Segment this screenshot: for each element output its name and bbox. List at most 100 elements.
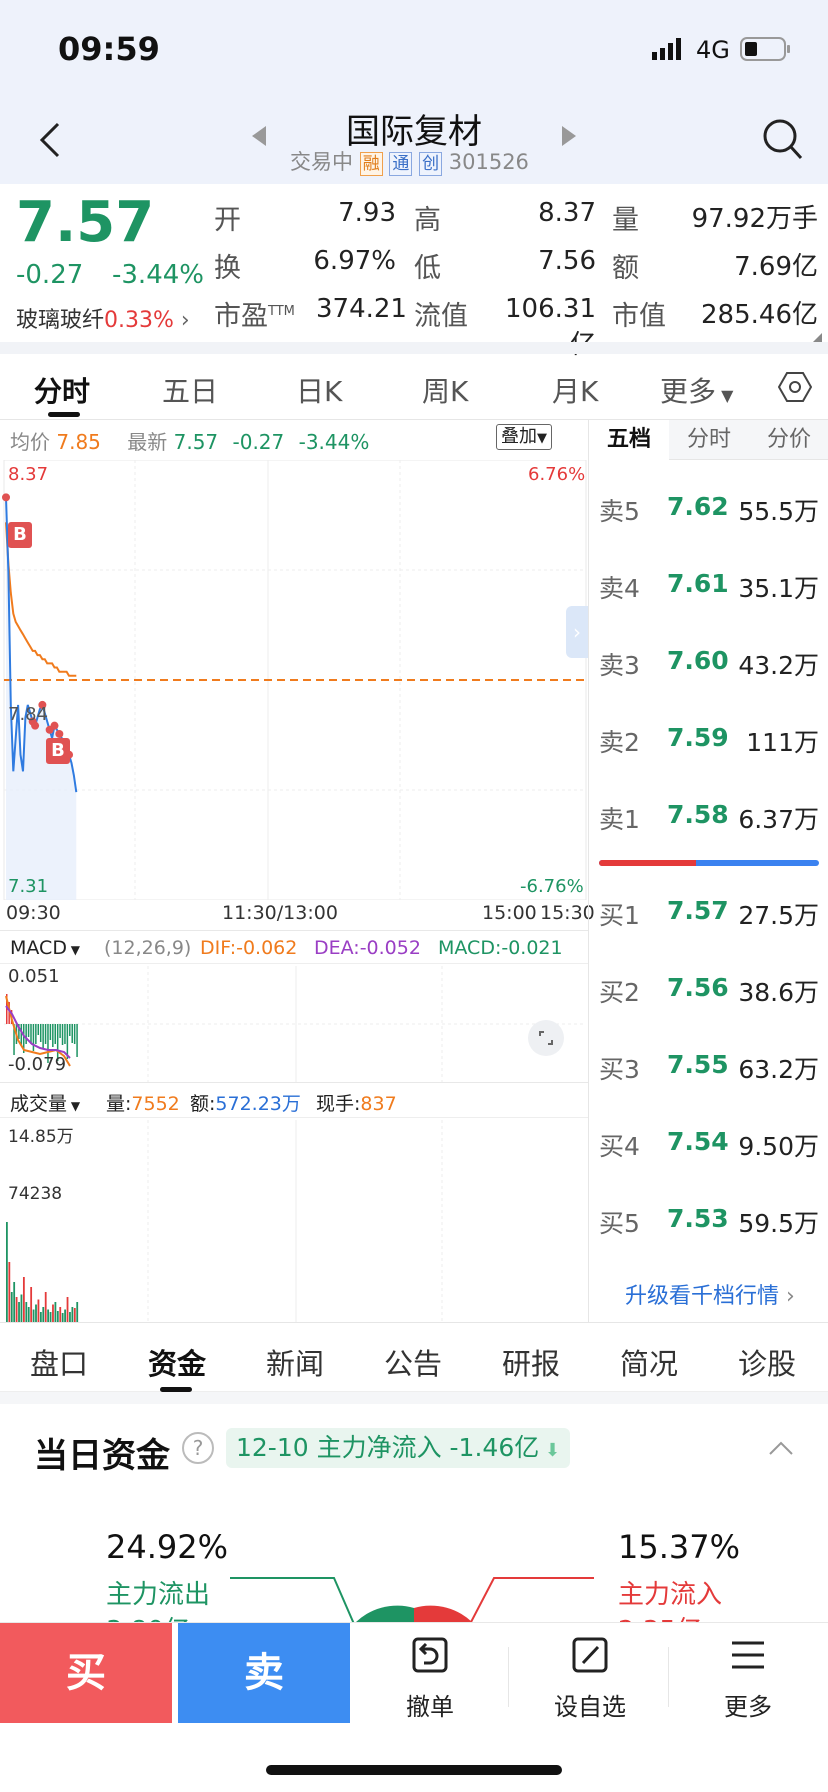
bid-row[interactable]: 买4 7.54 9.50万 [589, 1127, 828, 1167]
macd-selector[interactable]: MACD ▼ [10, 937, 80, 959]
net-flow-badge: 12-10 主力净流入 -1.46亿 ⬇ [226, 1428, 571, 1468]
tab-five-level[interactable]: 五档 [589, 420, 669, 460]
tab-market[interactable]: 盘口 [30, 1341, 88, 1383]
sector-name: 玻璃玻纤 [16, 308, 105, 333]
volume-bar [10, 1292, 13, 1322]
y-axis-mid: 7.84 [8, 704, 49, 725]
tab-ticks[interactable]: 分时 [669, 420, 749, 460]
trade-dot [2, 493, 10, 502]
tab-weekly-k[interactable]: 周K [422, 370, 468, 410]
latest-pct: -3.44% [298, 430, 370, 454]
volume-selector[interactable]: 成交量 ▼ [10, 1089, 80, 1116]
stat-label: 高 [414, 205, 441, 236]
stock-header: 国际复材 交易中 融 通 创 301526 [0, 100, 828, 184]
stat-turnover: 6.97% [313, 246, 396, 276]
volume-bar [69, 1312, 71, 1322]
upgrade-link[interactable]: 升级看千档行情 › [625, 1278, 795, 1310]
next-stock-icon[interactable] [560, 126, 576, 146]
volume-bar [76, 1302, 79, 1322]
tab-daily-k[interactable]: 日K [296, 370, 342, 410]
arrow-down-icon: ⬇ [539, 1440, 561, 1461]
bid-row[interactable]: 买1 7.57 27.5万 [589, 896, 828, 936]
tag-margin: 融 [359, 152, 383, 176]
sell-button[interactable]: 卖 [178, 1623, 350, 1723]
prev-stock-icon[interactable] [252, 126, 268, 146]
macd-bar [37, 1024, 40, 1035]
price-area [6, 497, 77, 900]
volume-bar [66, 1297, 69, 1322]
daily-funds-section: 当日资金 ? 12-10 主力净流入 -1.46亿 ⬇ 24.92% 主力流出 … [0, 1404, 828, 1622]
macd-bar [71, 1024, 73, 1043]
settings-hexagon-icon[interactable] [777, 370, 813, 404]
volume-bar [73, 1308, 76, 1322]
tab-announcements[interactable]: 公告 [384, 1341, 442, 1383]
tab-five-day[interactable]: 五日 [162, 370, 218, 410]
volume-bar [37, 1299, 40, 1322]
inflow-pct: 15.37% [618, 1528, 741, 1566]
tab-news[interactable]: 新闻 [266, 1341, 324, 1383]
ask-row[interactable]: 卖3 7.60 43.2万 [589, 646, 828, 686]
volume-bar [30, 1287, 33, 1322]
cancel-order-button[interactable]: 撤单 [350, 1623, 510, 1739]
signal-icon [652, 38, 688, 60]
tab-funds[interactable]: 资金 [148, 1341, 206, 1383]
chart-legend: 均价 7.85 最新 7.57 -0.27 -3.44% [10, 426, 369, 455]
home-indicator [266, 1765, 562, 1775]
overlay-button[interactable]: 叠加▼ [496, 424, 552, 450]
trade-dot [55, 729, 64, 738]
tab-research[interactable]: 研报 [502, 1341, 560, 1383]
chart-tabs: 分时 五日 日K 周K 月K 更多 ▼ [0, 354, 828, 420]
expand-panel-handle[interactable]: › [566, 606, 588, 658]
macd-bar [73, 1024, 76, 1044]
bid-row[interactable]: 买5 7.53 59.5万 [589, 1204, 828, 1244]
tab-price-dist[interactable]: 分价 [749, 420, 828, 460]
volume-bar [22, 1277, 25, 1322]
bid-row[interactable]: 买3 7.55 63.2万 [589, 1050, 828, 1090]
bid-row[interactable]: 买2 7.56 38.6万 [589, 973, 828, 1013]
volume-bar [71, 1307, 74, 1322]
buy-marker[interactable]: B [8, 522, 32, 548]
macd-axis-top: 0.051 [8, 966, 60, 987]
outflow-pct: 24.92% [106, 1528, 229, 1566]
tab-profile[interactable]: 简况 [620, 1341, 678, 1383]
expand-corner-icon[interactable] [812, 328, 822, 343]
more-label: 更多 [724, 1693, 772, 1721]
add-watchlist-button[interactable]: 设自选 [510, 1623, 670, 1739]
stat-amount: 7.69亿 [734, 252, 818, 282]
inflow-slice [414, 1605, 472, 1622]
status-time: 09:59 [58, 30, 160, 68]
tab-diagnosis[interactable]: 诊股 [738, 1341, 796, 1383]
edit-icon [570, 1635, 610, 1675]
tab-intraday[interactable]: 分时 [34, 370, 90, 410]
help-icon[interactable]: ? [182, 1432, 214, 1464]
caret-down-icon: ▼ [716, 386, 734, 405]
ask-row[interactable]: 卖1 7.58 6.37万 [589, 800, 828, 840]
trading-status: 交易中 [290, 150, 353, 174]
volume-bars [6, 1222, 79, 1322]
stat-low: 7.56 [538, 246, 596, 276]
macd-bar [64, 1024, 66, 1044]
tab-monthly-k[interactable]: 月K [552, 370, 598, 410]
undo-icon [410, 1635, 450, 1675]
volume-bar [64, 1309, 66, 1322]
ask-row[interactable]: 卖4 7.61 35.1万 [589, 569, 828, 609]
ask-row[interactable]: 卖5 7.62 55.5万 [589, 492, 828, 532]
fullscreen-icon[interactable] [528, 1020, 564, 1056]
sector-link[interactable]: 玻璃玻纤0.33% › [16, 302, 190, 334]
y-axis-top: 8.37 [8, 464, 49, 485]
inflow-leader-line [469, 1577, 594, 1622]
stat-label: 市值 [612, 301, 666, 332]
ask-row[interactable]: 卖2 7.59 111万 [589, 723, 828, 763]
search-icon[interactable] [760, 116, 804, 162]
buy-button[interactable]: 买 [0, 1623, 172, 1723]
collapse-icon[interactable] [766, 1438, 796, 1458]
macd-bar [42, 1024, 44, 1049]
back-icon[interactable] [36, 118, 66, 162]
price-change: -0.27 [16, 260, 84, 290]
more-button[interactable]: 更多 [668, 1623, 828, 1739]
x-label: 11:30/13:00 [222, 902, 338, 924]
avg-value: 7.85 [56, 430, 101, 454]
buy-marker[interactable]: B [46, 738, 70, 764]
stock-subtitle: 交易中 融 通 创 301526 [290, 146, 540, 176]
tab-more[interactable]: 更多 ▼ [660, 370, 733, 410]
